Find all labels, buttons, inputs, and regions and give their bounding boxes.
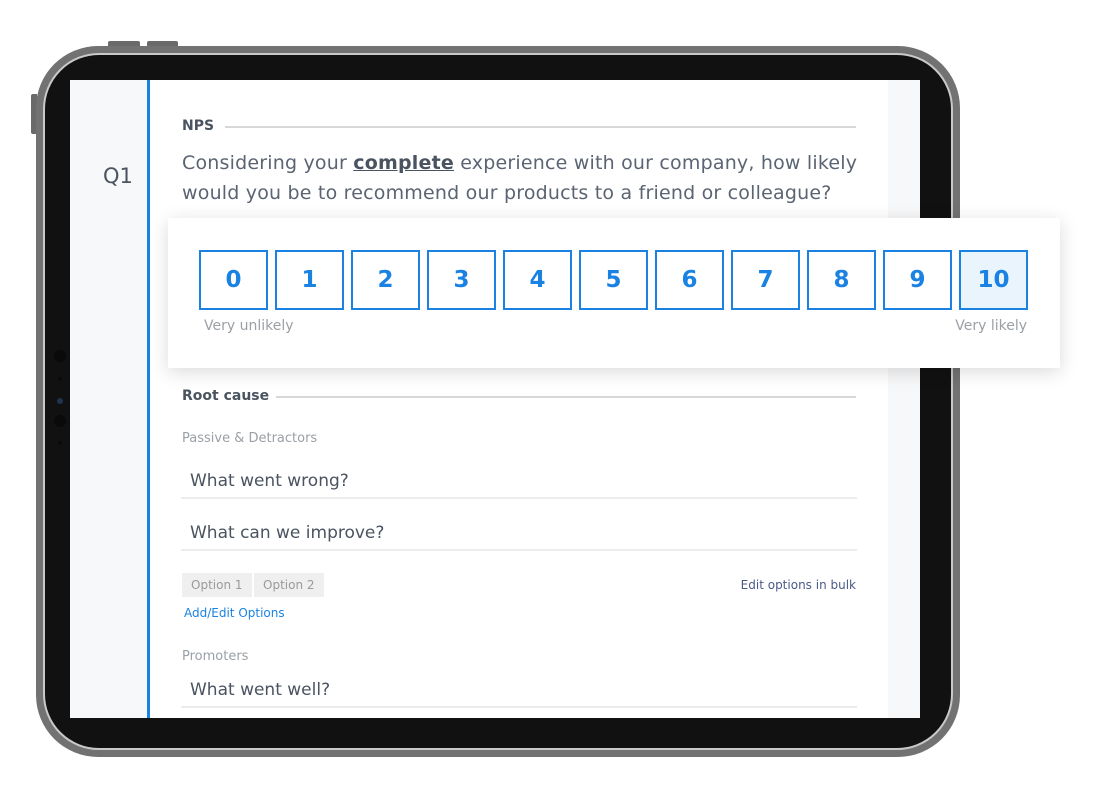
nps-scale-card: 0 1 2 3 4 5 6 7 8 9 10 Very unlikely Very likely [168,218,1060,368]
text-field[interactable]: What went well? [181,670,857,708]
divider [225,126,856,128]
option-chip[interactable]: Option 1 [182,573,252,597]
sensor-icon [58,377,62,381]
score-option-9[interactable]: 9 [883,250,952,310]
survey-screen: Q1 NPS Considering your complete experie… [70,80,920,718]
option-chip[interactable]: Option 2 [254,573,324,597]
group-label: Promoters [182,649,249,664]
sensor-icon [58,441,62,445]
high-label: Very likely [955,318,1027,334]
score-option-2[interactable]: 2 [351,250,420,310]
score-option-0[interactable]: 0 [199,250,268,310]
question-number: Q1 [103,164,133,188]
text-field[interactable]: What can we improve? [181,513,857,551]
question-emphasis: complete [353,152,454,174]
camera-icon [54,350,66,362]
divider [276,396,856,398]
score-option-7[interactable]: 7 [731,250,800,310]
text-field[interactable]: What went wrong? [181,461,857,499]
active-indicator [147,80,150,718]
camera-icon [54,415,66,427]
score-option-8[interactable]: 8 [807,250,876,310]
score-option-4[interactable]: 4 [503,250,572,310]
question-text-part: Considering your [182,152,354,174]
section-title: Root cause [182,388,270,404]
score-option-3[interactable]: 3 [427,250,496,310]
score-option-1[interactable]: 1 [275,250,344,310]
sensor-icon [57,398,63,404]
low-label: Very unlikely [204,318,294,334]
score-option-10[interactable]: 10 [959,250,1028,310]
edit-options-bulk-link[interactable]: Edit options in bulk [741,578,856,592]
score-option-5[interactable]: 5 [579,250,648,310]
section-title: NPS [182,118,215,134]
right-gutter [888,80,920,718]
question-text[interactable]: Considering your complete experience wit… [182,148,872,208]
group-label: Passive & Detractors [182,431,318,446]
add-edit-options-link[interactable]: Add/Edit Options [184,606,285,620]
score-option-6[interactable]: 6 [655,250,724,310]
